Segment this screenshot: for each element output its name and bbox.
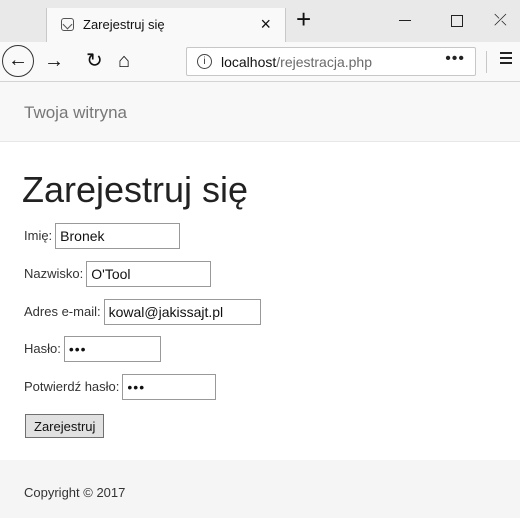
nazwisko-field[interactable] xyxy=(86,261,212,287)
nazwisko-label: Nazwisko: xyxy=(24,266,84,281)
hamburger-menu-icon[interactable] xyxy=(500,52,512,66)
imie-label: Imię: xyxy=(24,228,53,243)
toolbar-divider xyxy=(486,51,487,73)
more-icon[interactable]: ••• xyxy=(445,50,465,68)
arrow-right-icon[interactable]: → xyxy=(44,48,64,74)
tab-title: Zarejestruj się xyxy=(83,17,165,32)
page-icon xyxy=(61,18,74,31)
password-field[interactable] xyxy=(63,336,161,362)
url-host: localhost xyxy=(221,54,277,70)
url-bar[interactable]: i localhost/rejestracja.php ••• xyxy=(186,47,476,76)
info-icon[interactable]: i xyxy=(197,54,212,69)
url-path: /rejestracja.php xyxy=(276,54,372,70)
page-title: Zarejestruj się xyxy=(22,169,249,210)
home-icon[interactable]: ⌂ xyxy=(118,48,130,74)
minimize-icon[interactable] xyxy=(396,12,416,30)
window-close-icon[interactable]: ⤫ xyxy=(494,12,514,30)
browser-tab[interactable]: Zarejestruj się × xyxy=(46,8,286,42)
site-brand[interactable]: Twoja witryna xyxy=(24,103,127,123)
confirm-password-field[interactable] xyxy=(122,374,217,400)
form-row-imie: Imię: xyxy=(24,223,181,249)
confirm-password-label: Potwierdź hasło: xyxy=(24,379,120,394)
site-footer: Copyright © 2017 xyxy=(0,460,520,518)
imie-field[interactable] xyxy=(55,223,181,249)
tab-close-icon[interactable]: × xyxy=(260,14,271,34)
new-tab-icon[interactable]: + xyxy=(296,4,311,34)
form-row-nazwisko: Nazwisko: xyxy=(24,261,212,287)
arrow-left-icon[interactable]: ← xyxy=(2,45,34,77)
password-label: Hasło: xyxy=(24,341,61,356)
email-label: Adres e-mail: xyxy=(24,304,101,319)
form-row-confirm: Potwierdź hasło: xyxy=(24,374,217,400)
email-field[interactable] xyxy=(103,299,261,325)
form-row-email: Adres e-mail: xyxy=(24,299,261,325)
copyright-text: Copyright © 2017 xyxy=(24,485,126,500)
site-header: Twoja witryna xyxy=(0,82,520,142)
form-row-haslo: Hasło: xyxy=(24,336,161,362)
browser-navbar: ← → ↻ ⌂ i localhost/rejestracja.php ••• xyxy=(0,42,520,82)
maximize-icon[interactable] xyxy=(448,12,468,30)
url-text[interactable]: localhost/rejestracja.php xyxy=(221,54,372,70)
reload-icon[interactable]: ↻ xyxy=(86,48,103,74)
register-button[interactable]: Zarejestruj xyxy=(25,414,105,438)
browser-titlebar: Zarejestruj się × + ⤫ xyxy=(0,0,520,42)
